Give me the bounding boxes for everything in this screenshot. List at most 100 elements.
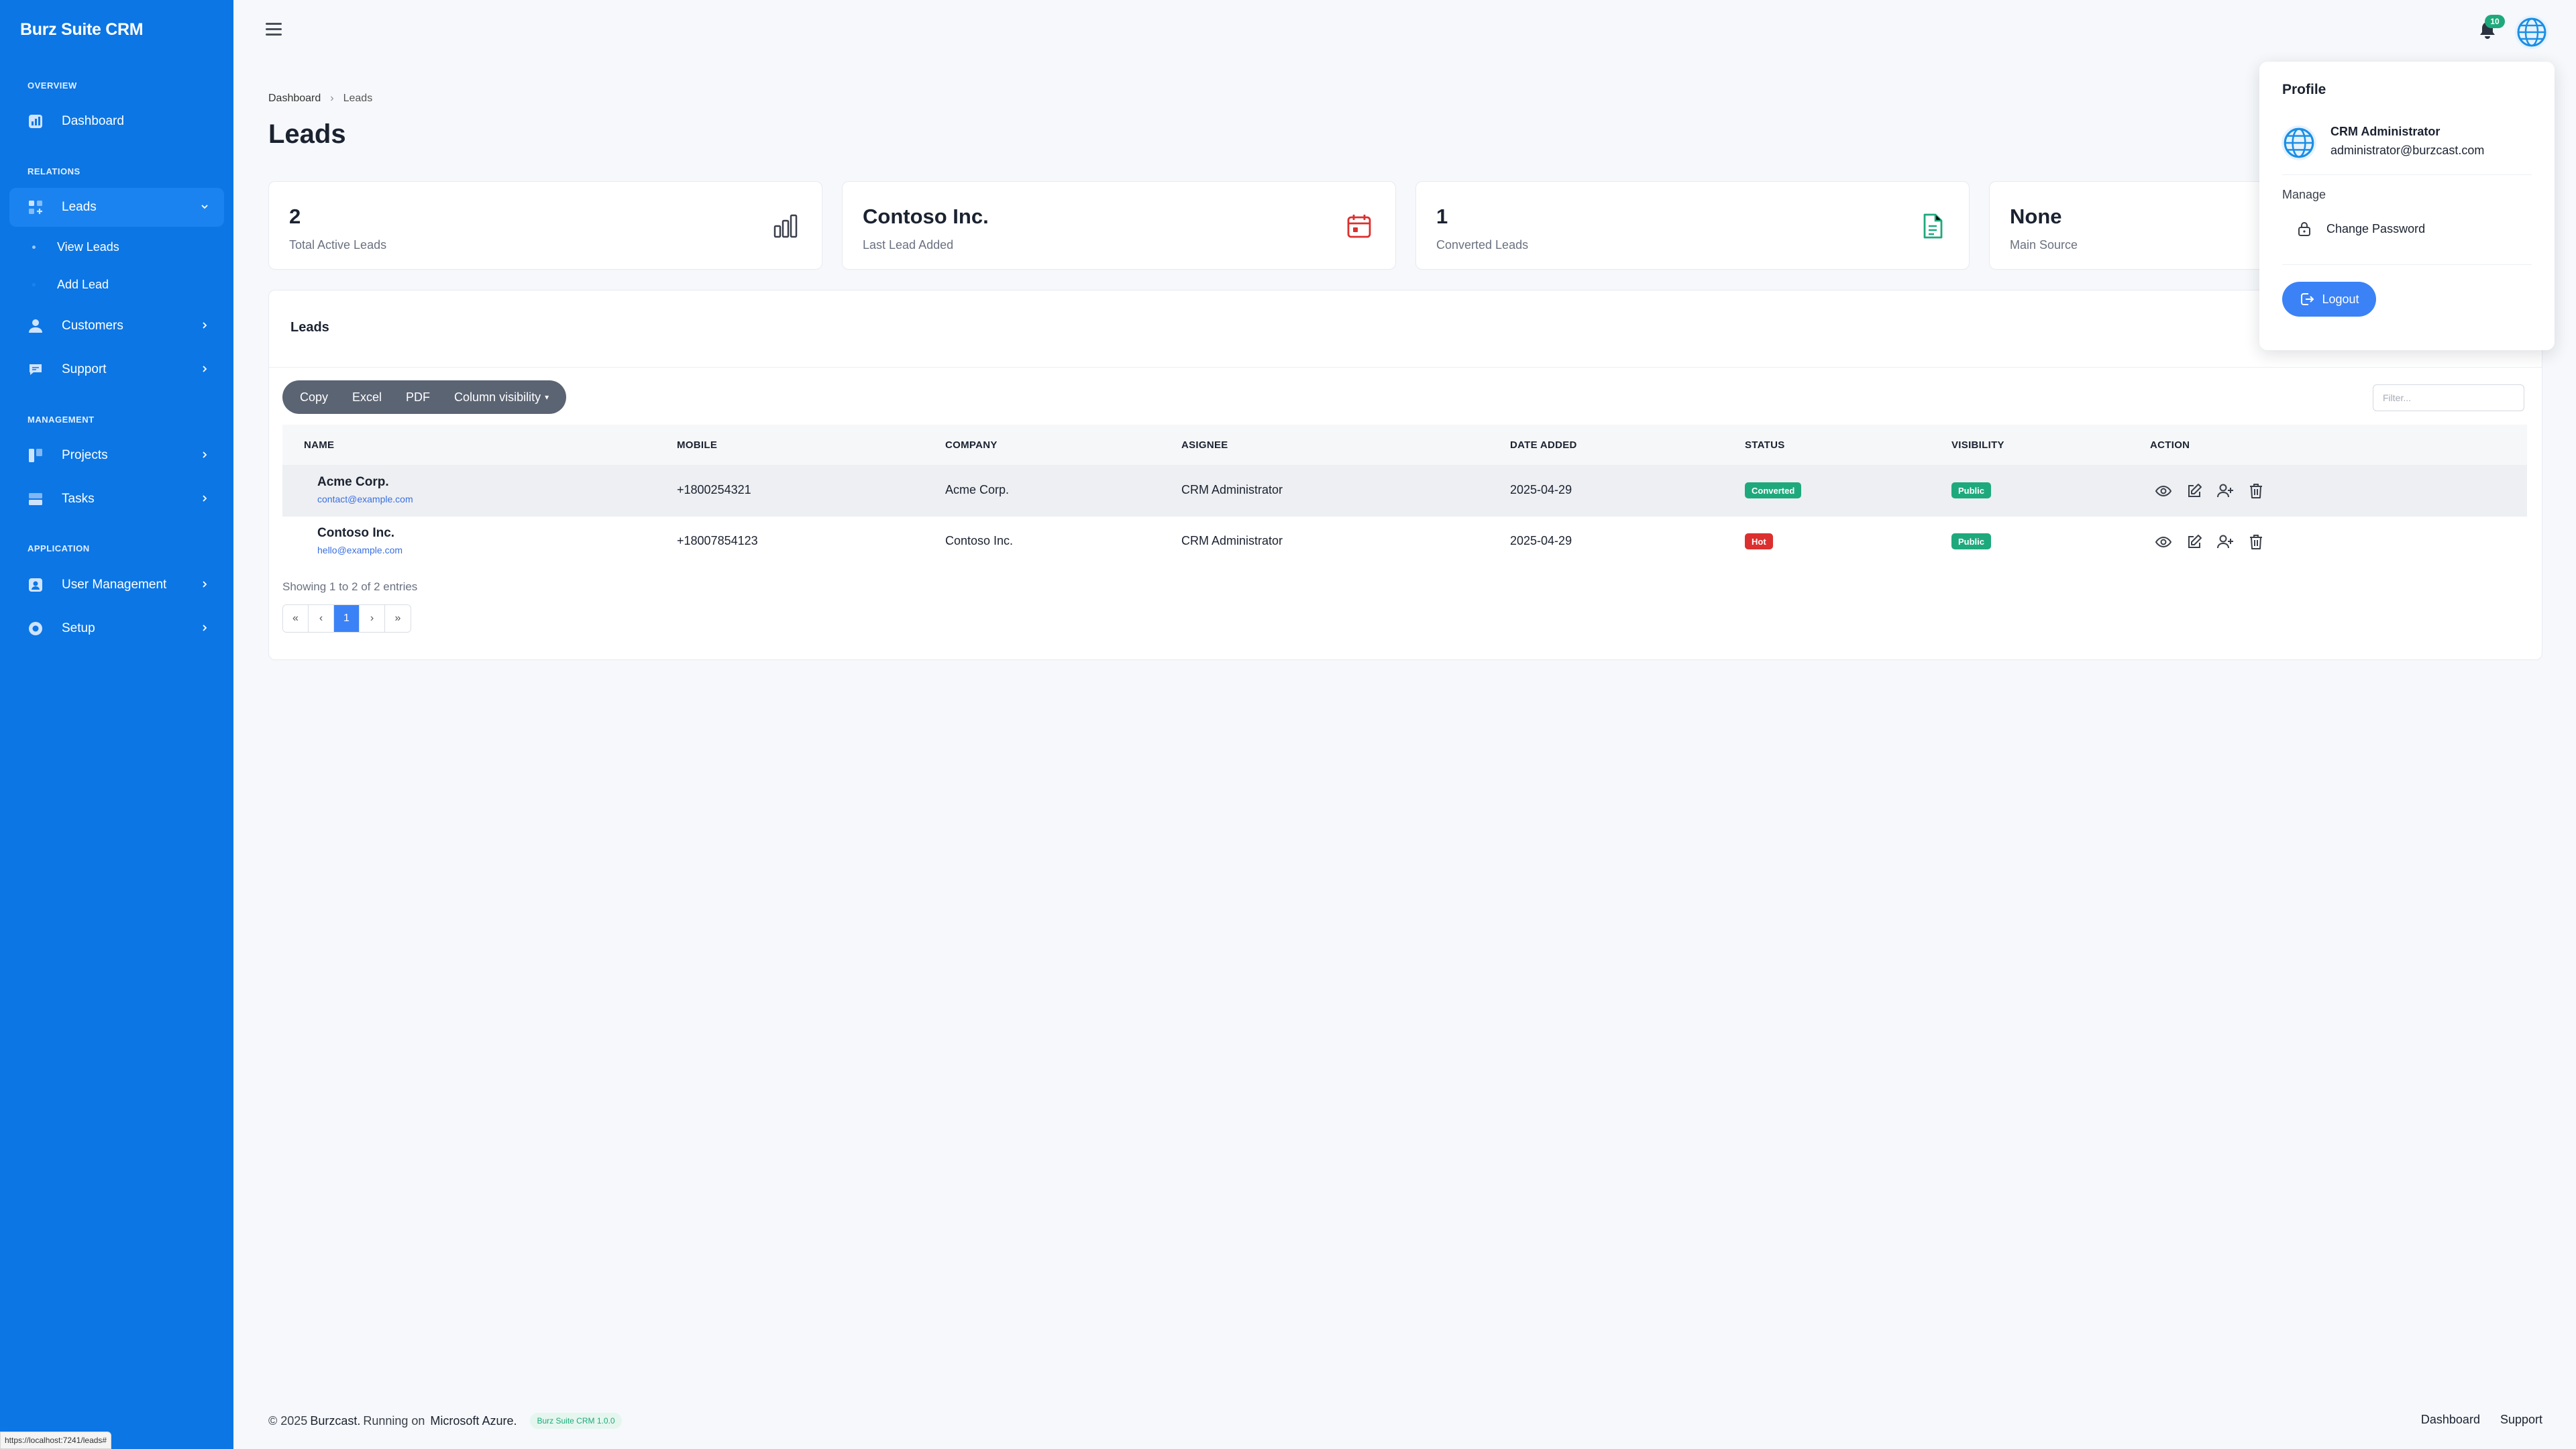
sidebar-item-leads[interactable]: Leads [9,188,224,227]
column-header-date-added[interactable]: DATE ADDED [1510,439,1577,451]
stat-label: Main Source [2010,238,2078,252]
pagination-prev[interactable]: ‹ [309,605,334,632]
column-header-mobile[interactable]: MOBILE [677,439,717,451]
footer-platform-link[interactable]: Microsoft Azure. [430,1414,517,1428]
lead-name[interactable]: Acme Corp. [317,475,389,490]
lead-email[interactable]: contact@example.com [317,494,413,504]
footer-support-link[interactable]: Support [2500,1413,2542,1427]
sidebar-subitem-view-leads[interactable]: View Leads [32,240,119,254]
calendar-icon [1346,213,1373,239]
sidebar-subitem-label: View Leads [57,240,119,254]
lead-name[interactable]: Contoso Inc. [317,526,394,541]
copy-button[interactable]: Copy [288,380,340,414]
pagination-next[interactable]: › [360,605,385,632]
chevron-right-icon [200,578,209,593]
assign-user-icon[interactable] [2216,482,2235,500]
chevron-right-icon [200,319,209,334]
lead-date-added: 2025-04-29 [1510,534,1572,547]
status-badge: Converted [1745,482,1802,498]
menu-toggle-icon[interactable] [266,23,282,36]
visibility-badge: Public [1951,482,1992,498]
table-row[interactable]: Acme Corp. contact@example.com +18002543… [282,465,2527,516]
section-management: MANAGEMENT [28,415,95,425]
change-password-link[interactable]: Change Password [2296,219,2425,239]
divider [2282,264,2532,265]
page-title: Leads [268,119,346,149]
sidebar-item-label: Customers [62,319,123,333]
table-row[interactable]: Contoso Inc. hello@example.com +18007854… [282,516,2527,567]
chevron-right-icon: › [330,93,334,104]
footer-dashboard-link[interactable]: Dashboard [2421,1413,2480,1427]
column-visibility-label: Column visibility [454,390,541,404]
footer-company-link[interactable]: Burzcast. [310,1414,360,1428]
sidebar-item-label: Tasks [62,492,95,506]
lead-email[interactable]: hello@example.com [317,545,402,555]
stat-card-converted-leads: 1 Converted Leads [1415,181,1970,270]
sidebar-item-setup[interactable]: Setup [9,609,224,648]
pagination-first[interactable]: « [283,605,309,632]
sidebar-item-label: Setup [62,621,95,635]
breadcrumb: Dashboard › Leads [268,93,372,105]
column-header-assignee[interactable]: ASIGNEE [1181,439,1228,451]
lead-assignee: CRM Administrator [1181,483,1283,496]
logout-button[interactable]: Logout [2282,282,2376,317]
notification-badge: 10 [2485,15,2505,28]
user-icon [27,317,44,335]
pagination-page-1[interactable]: 1 [334,605,360,632]
sidebar-item-label: Leads [62,200,97,214]
edit-icon[interactable] [2185,533,2204,551]
sidebar-item-tasks[interactable]: Tasks [9,480,224,519]
avatar[interactable] [2514,15,2549,50]
stat-value: 2 [289,205,301,228]
entries-info: Showing 1 to 2 of 2 entries [282,580,418,593]
pagination-last[interactable]: » [385,605,411,632]
sidebar-item-projects[interactable]: Projects [9,436,224,475]
stat-card-last-lead: Contoso Inc. Last Lead Added [842,181,1396,270]
chat-icon [27,361,44,378]
profile-dropdown: Profile CRM Administrator administrator@… [2259,62,2555,350]
column-header-visibility[interactable]: VISIBILITY [1951,439,2004,451]
sidebar-item-user-management[interactable]: User Management [9,566,224,604]
tasks-icon [27,490,44,508]
column-header-name[interactable]: NAME [304,439,334,451]
edit-icon[interactable] [2185,482,2204,500]
footer-left: © 2025 Burzcast. Running on Microsoft Az… [268,1413,622,1429]
breadcrumb-current: Leads [343,93,373,104]
change-password-label: Change Password [2326,221,2426,235]
pdf-button[interactable]: PDF [394,380,442,414]
sidebar-item-label: Dashboard [62,114,124,128]
projects-icon [27,447,44,464]
lead-assignee: CRM Administrator [1181,534,1283,547]
excel-button[interactable]: Excel [340,380,394,414]
filter-input[interactable] [2373,384,2524,411]
sidebar-item-customers[interactable]: Customers [9,307,224,345]
document-icon [1919,213,1946,239]
column-visibility-button[interactable]: Column visibility ▾ [442,380,561,414]
column-header-status[interactable]: STATUS [1745,439,1785,451]
breadcrumb-home[interactable]: Dashboard [268,93,321,105]
column-header-action: ACTION [2150,439,2190,451]
section-overview: OVERVIEW [28,80,77,91]
trash-icon[interactable] [2247,482,2265,500]
status-badge: Hot [1745,533,1773,549]
setup-icon [27,620,44,637]
sidebar-subitem-add-lead[interactable]: Add Lead [32,278,109,292]
brand-title[interactable]: Burz Suite CRM [20,20,144,40]
dashboard-icon [27,113,44,130]
assign-user-icon[interactable] [2216,533,2235,551]
stat-value: 1 [1436,205,1448,228]
bullet-icon [32,246,36,249]
sidebar-item-dashboard[interactable]: Dashboard [9,102,224,141]
lead-mobile: +1800254321 [677,483,751,496]
visibility-badge: Public [1951,533,1992,549]
view-icon[interactable] [2154,533,2173,551]
trash-icon[interactable] [2247,533,2265,551]
column-header-company[interactable]: COMPANY [945,439,998,451]
stat-label: Last Lead Added [863,238,954,252]
chevron-right-icon [200,621,209,637]
view-icon[interactable] [2154,482,2173,500]
stat-value: None [2010,205,2062,228]
sidebar-item-support[interactable]: Support [9,350,224,389]
sidebar-item-label: Projects [62,448,108,462]
divider [269,367,2542,368]
